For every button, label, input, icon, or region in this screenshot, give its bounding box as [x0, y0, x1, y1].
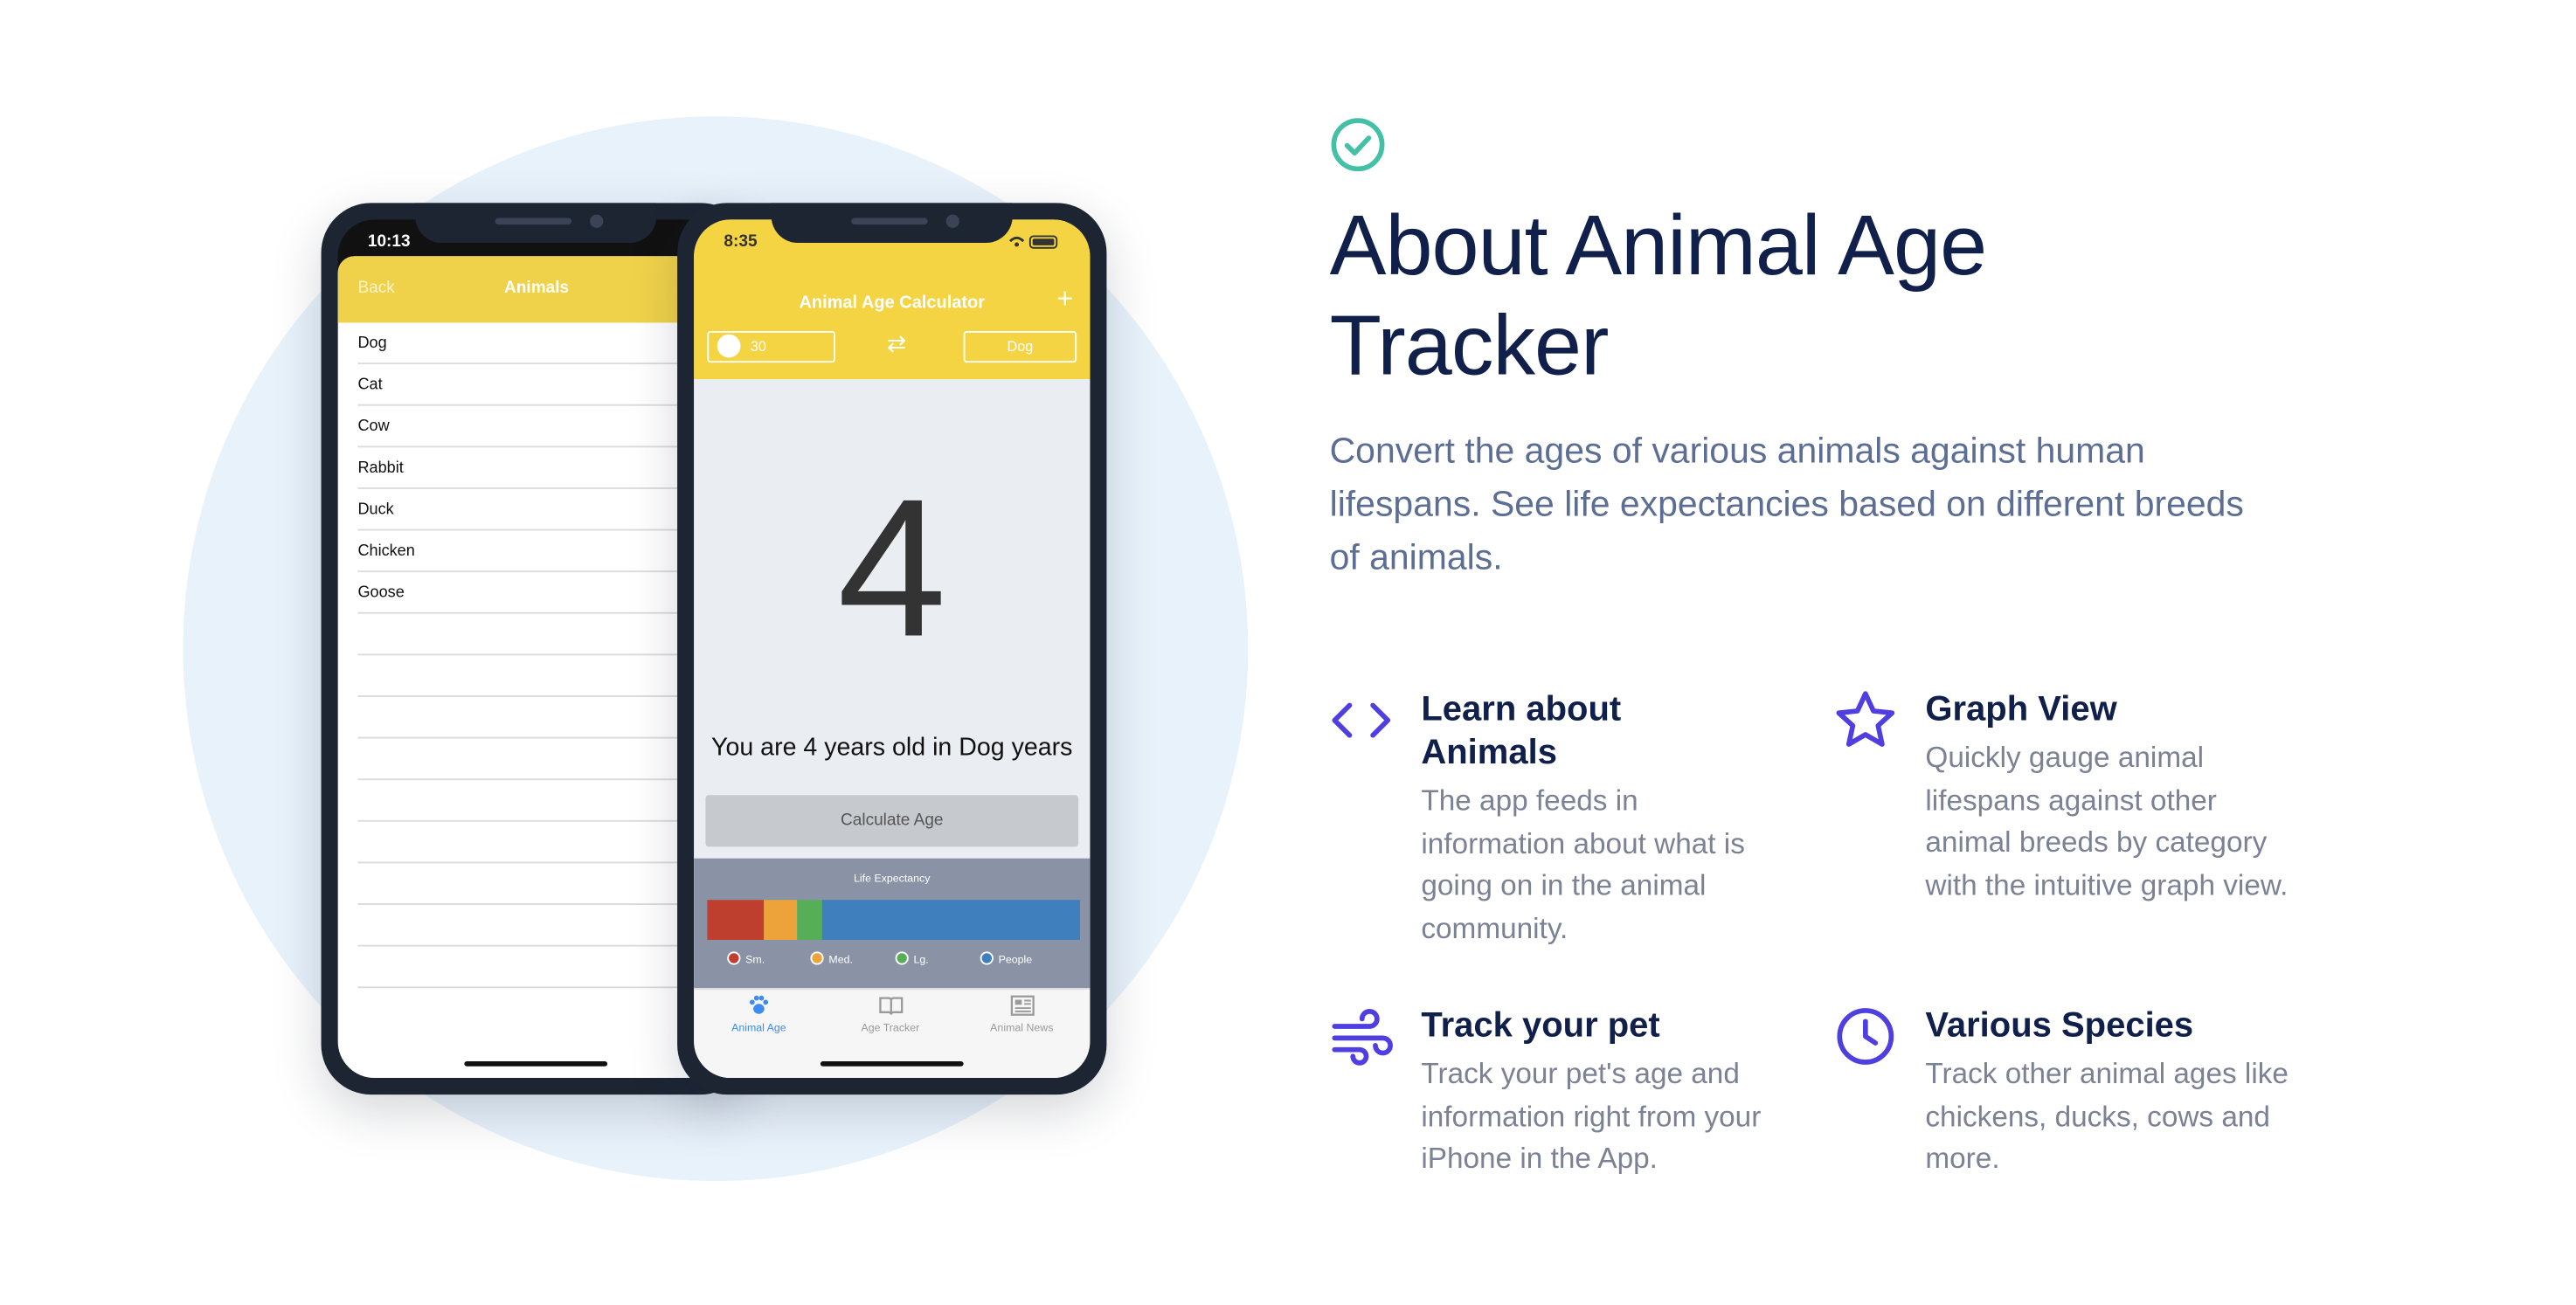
animals-modal: Back Animals Dog Cat Cow Rabbit Duck Chi…	[337, 256, 734, 1079]
status-time: 8:35	[724, 232, 758, 252]
book-icon	[832, 993, 948, 1023]
app-title: Animal Age Calculator	[799, 293, 986, 314]
page-description: Convert the ages of various animals agai…	[1329, 431, 2244, 577]
home-indicator	[464, 1061, 608, 1067]
back-button[interactable]: Back	[357, 280, 394, 298]
legend-dot-large	[895, 951, 909, 965]
feature-title: Graph View	[1925, 690, 2117, 729]
legend-people: People	[980, 951, 1032, 966]
legend-small: Sm.	[727, 951, 765, 966]
feature-description: The app feeds in information about what …	[1421, 783, 1745, 944]
page-title: About Animal Age Tracker	[1329, 197, 1987, 393]
tab-animal-news[interactable]: Animal News	[964, 993, 1080, 1035]
species-selector[interactable]: Dog	[963, 330, 1077, 363]
life-expectancy-segment-people	[822, 900, 1080, 940]
code-brackets-icon	[1332, 702, 1391, 738]
result-area: 4 You are 4 years old in Dog years Calcu…	[694, 379, 1091, 859]
legend-dot-small	[727, 951, 741, 965]
animals-nav-bar: Back Animals	[337, 256, 734, 323]
human-age-value: 30	[750, 337, 766, 355]
feature-description: Quickly gauge animal lifespans against o…	[1925, 740, 2289, 901]
feature-title: Track your pet	[1421, 1006, 1660, 1045]
human-age-field[interactable]: 30	[707, 330, 836, 363]
life-expectancy-segment-medium	[763, 900, 797, 940]
status-time: 10:13	[367, 232, 411, 252]
phone-age-calculator: 8:35 Animal Age Calculator + 30 ⇄ Dog 4 …	[677, 203, 1107, 1095]
nav-title: Animals	[504, 279, 570, 298]
phone-notch	[771, 203, 1013, 244]
phone-screen: 8:35 Animal Age Calculator + 30 ⇄ Dog 4 …	[694, 219, 1091, 1079]
result-number: 4	[837, 459, 947, 679]
feature-description: Track your pet's age and information rig…	[1421, 1056, 1762, 1175]
chart-title: Life Expectancy	[854, 873, 931, 886]
wind-icon	[1332, 1009, 1393, 1066]
legend-large: Lg.	[895, 951, 929, 966]
life-expectancy-chart: Life Expectancy Sm. Med. Lg. People	[694, 858, 1091, 989]
phone-notch	[415, 203, 657, 244]
battery-icon	[1007, 235, 1063, 253]
life-expectancy-segment-small	[707, 900, 764, 940]
swap-icon[interactable]: ⇄	[887, 329, 906, 357]
feature-description: Track other animal ages like chickens, d…	[1925, 1056, 2289, 1175]
legend-medium: Med.	[810, 951, 853, 966]
add-icon[interactable]: +	[1056, 283, 1073, 316]
news-icon	[964, 993, 1080, 1023]
legend-dot-people	[980, 951, 994, 965]
life-expectancy-bar	[707, 900, 1080, 940]
app-header: 8:35 Animal Age Calculator + 30 ⇄ Dog	[694, 219, 1091, 380]
star-icon	[1836, 691, 1895, 747]
page: 10:13 Back Animals Dog Cat Cow Rabbit Du…	[0, 0, 2576, 1304]
person-icon	[717, 334, 741, 358]
result-text: You are 4 years old in Dog years	[711, 733, 1073, 763]
life-expectancy-segment-large	[796, 900, 823, 940]
legend-dot-medium	[810, 951, 824, 965]
paw-icon	[701, 993, 817, 1023]
phone-screen: 10:13 Back Animals Dog Cat Cow Rabbit Du…	[337, 219, 734, 1079]
check-circle-icon	[1331, 118, 1385, 172]
tab-animal-age[interactable]: Animal Age	[701, 993, 817, 1035]
clock-icon	[1837, 1008, 1894, 1065]
tab-bar: Animal Age Age Tracker Animal News	[694, 988, 1091, 1079]
tab-age-tracker[interactable]: Age Tracker	[832, 993, 948, 1035]
feature-title: Various Species	[1925, 1006, 2194, 1045]
calculate-age-button[interactable]: Calculate Age	[705, 795, 1079, 847]
feature-title: Learn about Animals	[1421, 690, 1622, 772]
home-indicator	[820, 1061, 964, 1067]
